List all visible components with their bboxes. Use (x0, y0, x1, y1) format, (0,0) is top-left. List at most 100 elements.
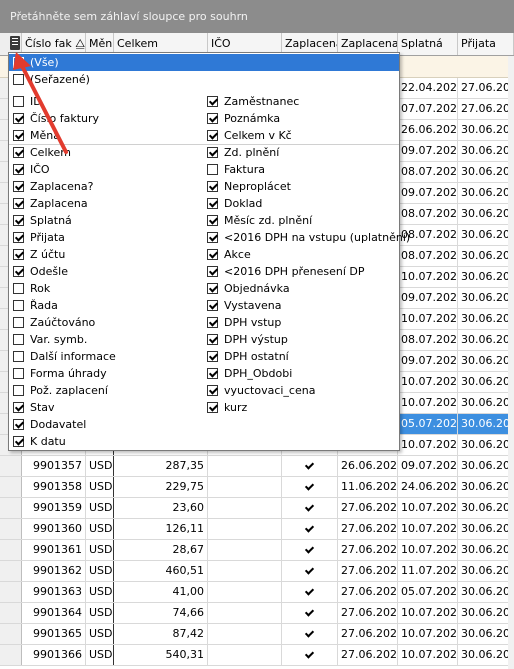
option-select-all[interactable]: (Vše) (9, 54, 399, 71)
option-column[interactable]: Splatná (9, 212, 199, 229)
paid-checkbox[interactable] (304, 587, 315, 598)
checkbox[interactable] (13, 248, 24, 260)
checkbox[interactable] (13, 129, 24, 141)
option-column[interactable]: DPH ostatní (203, 348, 399, 365)
option-column[interactable]: Měsíc zd. plnění (203, 212, 399, 229)
option-column[interactable]: K datu (9, 433, 199, 450)
cell-paid-flag[interactable] (282, 561, 338, 581)
option-column[interactable]: Zd. plnění (203, 144, 399, 161)
option-column[interactable]: Odešle (9, 263, 199, 280)
option-column[interactable]: kurz (203, 399, 399, 416)
checkbox[interactable] (13, 112, 24, 124)
cell-paid-flag[interactable] (282, 498, 338, 518)
paid-checkbox[interactable] (304, 461, 315, 472)
option-column[interactable]: DPH_Obdobi (203, 365, 399, 382)
column-header-6[interactable]: Splatná (398, 33, 458, 55)
checkbox[interactable] (13, 435, 24, 447)
row-indicator[interactable] (0, 498, 22, 518)
option-column[interactable]: Objednávka (203, 280, 399, 297)
cell-paid-flag[interactable] (282, 603, 338, 623)
checkbox[interactable] (13, 56, 24, 68)
checkbox[interactable] (207, 163, 218, 175)
column-header-7[interactable]: Přijata (458, 33, 514, 55)
option-column[interactable]: DPH výstup (203, 331, 399, 348)
option-column[interactable]: ID (9, 93, 199, 110)
checkbox[interactable] (13, 214, 24, 226)
option-column[interactable]: Forma úhrady (9, 365, 199, 382)
paid-checkbox[interactable] (304, 650, 315, 661)
checkbox[interactable] (207, 248, 218, 260)
option-column[interactable]: vyuctovaci_cena (203, 382, 399, 399)
checkbox[interactable] (207, 401, 218, 413)
checkbox[interactable] (13, 282, 24, 294)
checkbox[interactable] (13, 163, 24, 175)
option-column[interactable]: Celkem (9, 144, 199, 161)
checkbox[interactable] (207, 146, 218, 158)
option-column[interactable]: Neproplácet (203, 178, 399, 195)
table-row[interactable]: 9901360 USD 126,11 27.06.2025 10.07.2025 30.0… (0, 519, 514, 540)
option-column[interactable]: Doklad (203, 195, 399, 212)
option-column[interactable]: Var. symb. (9, 331, 199, 348)
option-column[interactable]: Zaměstnanec (203, 93, 399, 110)
checkbox[interactable] (13, 180, 24, 192)
checkbox[interactable] (207, 282, 218, 294)
checkbox[interactable] (13, 316, 24, 328)
cell-paid-flag[interactable] (282, 645, 338, 665)
cell-paid-flag[interactable] (282, 624, 338, 644)
table-row[interactable]: 9901361 USD 28,67 27.06.2025 10.07.2025 30.06… (0, 540, 514, 561)
option-column[interactable]: Řada (9, 297, 199, 314)
row-indicator[interactable] (0, 519, 22, 539)
option-column[interactable]: Pož. zaplacení (9, 382, 199, 399)
checkbox[interactable] (207, 299, 218, 311)
checkbox[interactable] (13, 367, 24, 379)
checkbox[interactable] (207, 129, 218, 141)
cell-paid-flag[interactable] (282, 582, 338, 602)
cell-paid-flag[interactable] (282, 540, 338, 560)
checkbox[interactable] (13, 95, 24, 107)
column-chooser-icon[interactable] (10, 36, 20, 50)
checkbox[interactable] (207, 197, 218, 209)
option-column[interactable]: IČO (9, 161, 199, 178)
table-row[interactable]: 9901366 USD 540,31 27.06.2025 10.07.2025 30.0… (0, 645, 514, 666)
table-row[interactable]: 9901364 USD 74,66 27.06.2025 10.07.2025 30.06… (0, 603, 514, 624)
group-by-bar[interactable]: Přetáhněte sem záhlaví sloupce pro souhr… (0, 0, 514, 33)
row-indicator[interactable] (0, 456, 22, 476)
checkbox[interactable] (207, 214, 218, 226)
checkbox[interactable] (13, 350, 24, 362)
checkbox[interactable] (207, 231, 218, 243)
checkbox[interactable] (207, 180, 218, 192)
option-sorted[interactable]: (Seřazené) (9, 71, 399, 88)
cell-paid-flag[interactable] (282, 477, 338, 497)
paid-checkbox[interactable] (304, 629, 315, 640)
table-row[interactable]: 9901365 USD 87,42 27.06.2025 10.07.2025 30.06… (0, 624, 514, 645)
option-column[interactable]: Měna (9, 127, 199, 144)
option-column[interactable]: Zaplacena? (9, 178, 199, 195)
row-indicator[interactable] (0, 624, 22, 644)
row-indicator[interactable] (0, 561, 22, 581)
checkbox[interactable] (207, 265, 218, 277)
checkbox[interactable] (207, 384, 218, 396)
paid-checkbox[interactable] (304, 524, 315, 535)
checkbox[interactable] (13, 146, 24, 158)
table-row[interactable]: 9901363 USD 41,00 27.06.2025 05.07.2025 30.06… (0, 582, 514, 603)
checkbox[interactable] (207, 350, 218, 362)
checkbox[interactable] (13, 299, 24, 311)
option-column[interactable]: <2016 DPH přenesení DP (203, 263, 399, 280)
table-row[interactable]: 9901362 USD 460,51 27.06.2025 11.07.2025 30.0… (0, 561, 514, 582)
option-column[interactable]: Zaplacena (9, 195, 199, 212)
checkbox[interactable] (13, 265, 24, 277)
row-indicator[interactable] (0, 645, 22, 665)
checkbox[interactable] (207, 112, 218, 124)
paid-checkbox[interactable] (304, 482, 315, 493)
row-indicator[interactable] (0, 603, 22, 623)
option-column[interactable]: Přijata (9, 229, 199, 246)
row-indicator[interactable] (0, 477, 22, 497)
option-column[interactable]: Akce (203, 246, 399, 263)
option-column[interactable]: Dodavatel (9, 416, 199, 433)
checkbox[interactable] (13, 197, 24, 209)
checkbox[interactable] (13, 333, 24, 345)
checkbox[interactable] (207, 333, 218, 345)
option-column[interactable]: Poznámka (203, 110, 399, 127)
checkbox[interactable] (207, 316, 218, 328)
option-column[interactable]: Zaúčtováno (9, 314, 199, 331)
